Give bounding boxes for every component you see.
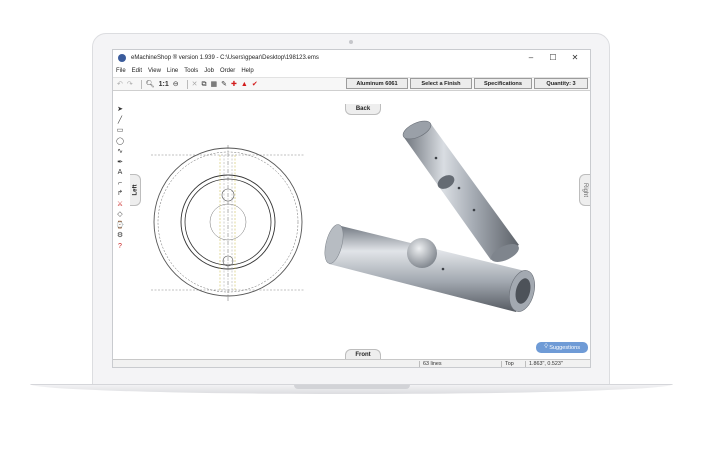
- view-tab-front-label: Front: [355, 351, 371, 358]
- view-tab-left-label: Left: [132, 184, 138, 196]
- lightbulb-icon: 💡︎: [544, 344, 549, 350]
- view-tab-back[interactable]: Back: [345, 104, 381, 115]
- view-tab-left[interactable]: Left: [130, 174, 141, 206]
- view-tab-back-label: Back: [355, 106, 371, 112]
- status-bar: 63 lines Top 1.863", 0.523": [113, 359, 590, 367]
- view-tab-right-label: Right: [582, 182, 589, 198]
- status-line-count: 63 lines: [419, 361, 501, 367]
- laptop-mockup: eMachineShop ® version 1.939 - C:\Users\…: [0, 0, 713, 451]
- app-window: eMachineShop ® version 1.939 - C:\Users\…: [112, 49, 591, 368]
- suggestions-button[interactable]: 💡︎ Suggestions: [536, 342, 588, 353]
- laptop-notch: [294, 385, 410, 389]
- laptop-camera: [349, 40, 353, 44]
- suggestions-label: Suggestions: [549, 344, 580, 351]
- status-view: Top: [501, 361, 525, 367]
- part-3d-render: [324, 120, 536, 312]
- status-coordinates: 1.863", 0.523": [525, 361, 589, 367]
- view-tab-front[interactable]: Front: [345, 349, 381, 359]
- view-tab-right[interactable]: Right: [579, 174, 590, 206]
- cross-hole-boss: [407, 238, 437, 268]
